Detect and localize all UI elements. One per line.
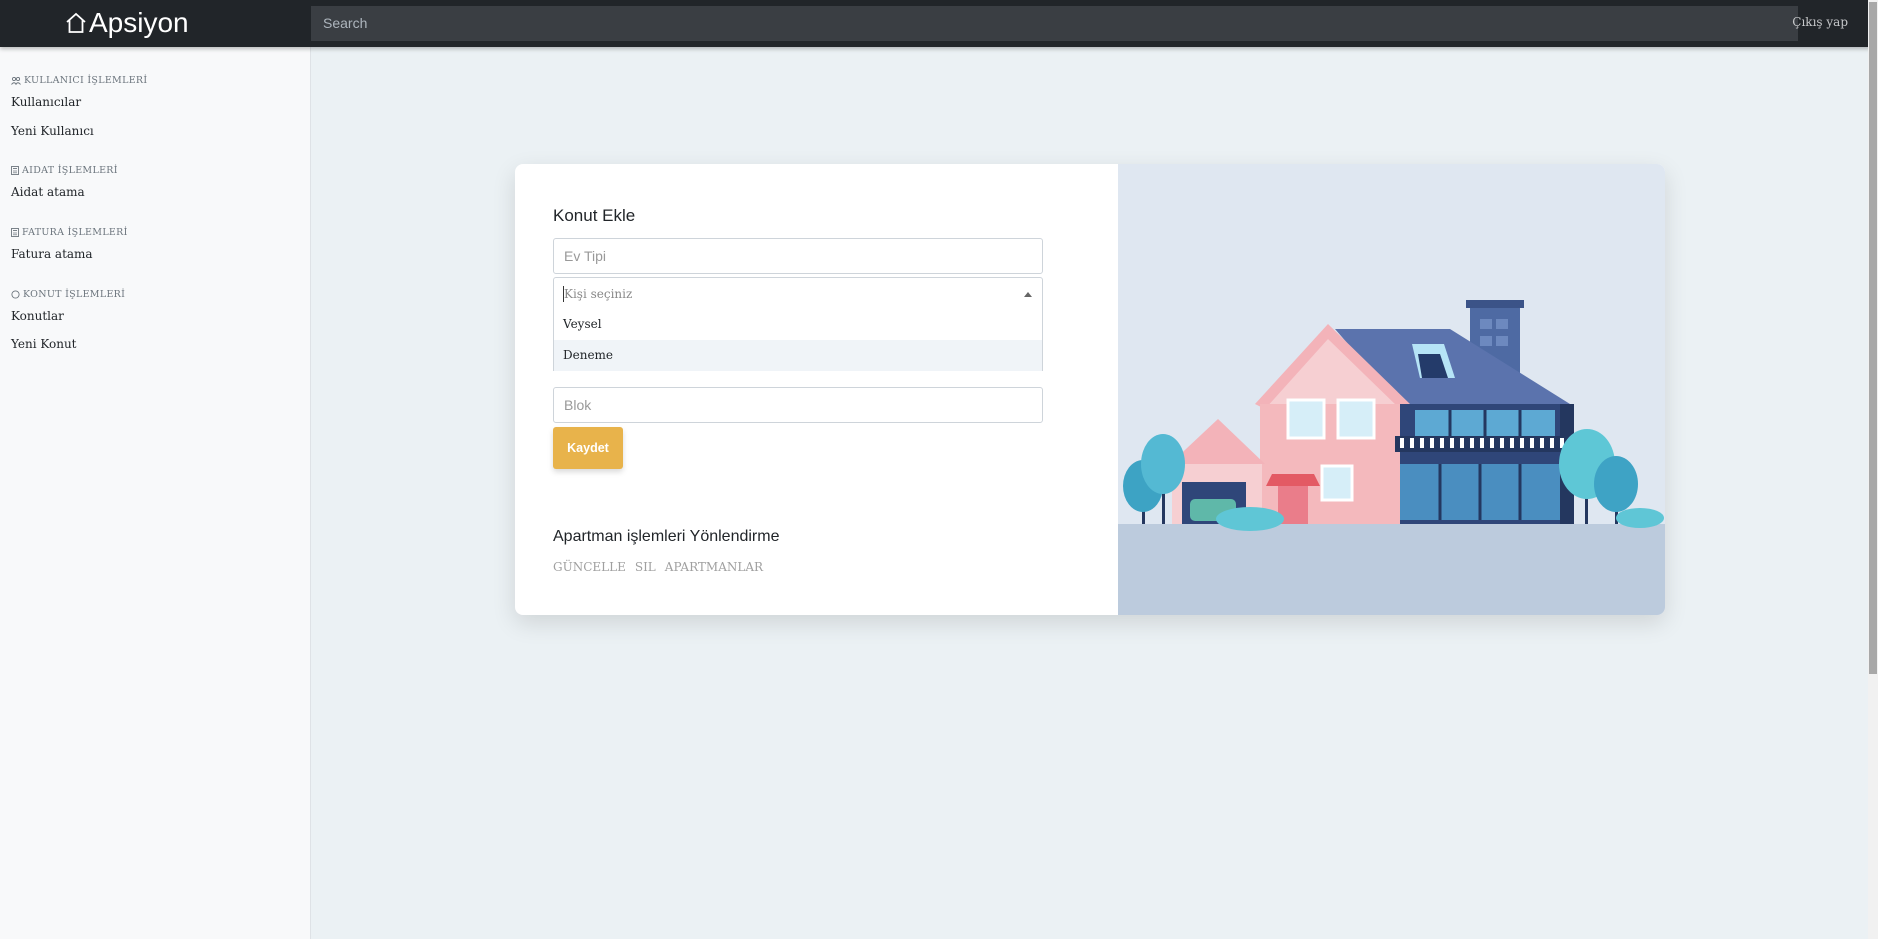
select-placeholder: Kişi seçiniz [564, 287, 633, 301]
top-navbar: Apsiyon Search Çıkış yap [0, 0, 1878, 47]
page-scrollbar[interactable] [1868, 0, 1878, 939]
house-type-input[interactable]: Ev Tipi [553, 238, 1043, 274]
circle-icon [11, 290, 20, 299]
sidebar-item-users[interactable]: Kullanıcılar [11, 95, 81, 109]
sidebar-item-bill-assign[interactable]: Fatura atama [11, 247, 93, 261]
house-illustration [1100, 164, 1665, 615]
sidebar-heading-users: KULLANICI İŞLEMLERİ [11, 75, 147, 86]
brand-name: Apsiyon [89, 7, 189, 38]
add-housing-card: Konut Ekle Ev Tipi Kişi seçiniz Veysel D… [515, 164, 1665, 615]
calculator-icon [11, 166, 19, 175]
dropdown-option[interactable]: Deneme [554, 340, 1042, 371]
block-input[interactable]: Blok [553, 387, 1043, 423]
sidebar-heading-bills: FATURA İŞLEMLERİ [11, 227, 128, 238]
sidebar: KULLANICI İŞLEMLERİ Kullanıcılar Yeni Ku… [0, 47, 311, 939]
sidebar-heading-housing: KONUT İŞLEMLERİ [11, 289, 125, 300]
update-link[interactable]: GÜNCELLE [553, 560, 626, 574]
redirect-title: Apartman işlemleri Yönlendirme [553, 528, 780, 545]
sidebar-item-new-user[interactable]: Yeni Kullanıcı [11, 124, 94, 138]
users-icon [11, 76, 21, 85]
delete-link[interactable]: SIL [635, 560, 656, 574]
home-icon [66, 12, 86, 33]
dropdown-option[interactable]: Veysel [554, 309, 1042, 340]
redirect-links: GÜNCELLE SIL APARTMANLAR [553, 560, 763, 574]
scrollbar-thumb[interactable] [1869, 2, 1877, 674]
form-title: Konut Ekle [553, 206, 636, 225]
calculator-icon [11, 228, 19, 237]
sidebar-item-dues-assign[interactable]: Aidat atama [11, 185, 85, 199]
sidebar-heading-dues: AIDAT İŞLEMLERİ [11, 165, 118, 176]
sidebar-item-housing[interactable]: Konutlar [11, 309, 64, 323]
chevron-up-icon [1024, 292, 1032, 297]
signout-link[interactable]: Çıkış yap [1792, 15, 1848, 29]
person-select[interactable]: Kişi seçiniz [553, 277, 1043, 311]
search-input[interactable]: Search [311, 6, 1798, 41]
sidebar-item-new-housing[interactable]: Yeni Konut [11, 337, 77, 351]
save-button[interactable]: Kaydet [553, 427, 623, 469]
apartments-link[interactable]: APARTMANLAR [665, 560, 763, 574]
person-dropdown: Veysel Deneme [553, 309, 1043, 371]
brand-logo[interactable]: Apsiyon [64, 4, 189, 42]
